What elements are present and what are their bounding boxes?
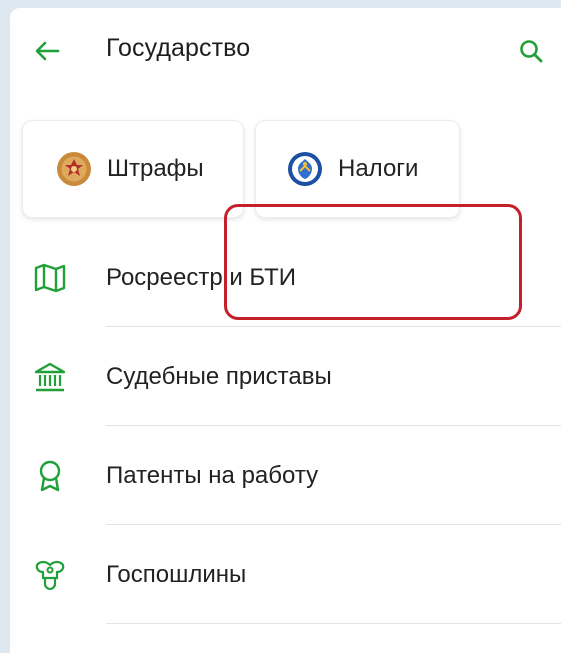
map-icon bbox=[34, 263, 66, 293]
arrow-left-icon[interactable] bbox=[32, 36, 62, 66]
search-icon[interactable] bbox=[518, 38, 544, 64]
menu-item-label: Госпошлины bbox=[106, 561, 247, 588]
menu-list: Росреестр и БТИ Судебные приставы Патент… bbox=[10, 228, 561, 624]
taxes-chip-label: Налоги bbox=[338, 155, 419, 182]
taxes-chip[interactable]: Налоги bbox=[255, 120, 460, 218]
award-ribbon-icon bbox=[39, 460, 61, 492]
menu-item-label: Судебные приставы bbox=[106, 363, 332, 390]
menu-item-label: Патенты на работу bbox=[106, 462, 319, 489]
menu-item-bailiffs[interactable]: Судебные приставы bbox=[10, 327, 561, 426]
fns-emblem-icon bbox=[288, 152, 322, 186]
divider bbox=[106, 623, 561, 624]
app-screen: Государство Штрафы Налоги Росреестр и БТ… bbox=[10, 8, 561, 653]
courthouse-icon bbox=[34, 362, 66, 392]
fines-chip[interactable]: Штрафы bbox=[22, 120, 244, 218]
quick-access-chips: Штрафы Налоги bbox=[10, 114, 561, 320]
menu-item-label: Росреестр и БТИ bbox=[106, 264, 297, 291]
menu-item-work-patents[interactable]: Патенты на работу bbox=[10, 426, 561, 525]
coat-of-arms-icon bbox=[35, 560, 65, 591]
page-title: Государство bbox=[106, 34, 251, 62]
fines-chip-label: Штрафы bbox=[107, 155, 204, 182]
gibdd-emblem-icon bbox=[57, 152, 91, 186]
menu-item-state-duties[interactable]: Госпошлины bbox=[10, 525, 561, 624]
menu-item-rosreestr[interactable]: Росреестр и БТИ bbox=[10, 228, 561, 327]
header: Государство bbox=[10, 8, 561, 96]
